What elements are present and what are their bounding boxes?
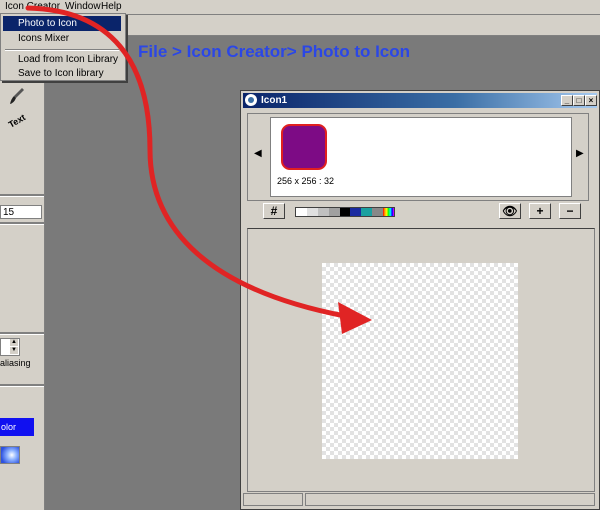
left-tool-panel: Text 15 ▲ ▼ aliasing olor	[0, 36, 45, 510]
menu-item-photo-to-icon[interactable]: Photo to Icon	[3, 16, 121, 31]
size-field[interactable]: 15	[0, 205, 42, 219]
close-button[interactable]: ×	[585, 95, 597, 106]
app-logo-icon	[245, 94, 257, 106]
icon-thumbnail[interactable]	[281, 124, 327, 170]
instruction-caption: File > Icon Creator> Photo to Icon	[138, 42, 411, 61]
palette-swatch[interactable]	[317, 208, 329, 216]
antialias-label: aliasing	[0, 358, 31, 368]
menu-help[interactable]: Help	[98, 1, 125, 13]
icon-strip-panel: ◀ 256 x 256 : 32 ▶	[247, 113, 589, 201]
maximize-button[interactable]: □	[573, 95, 585, 106]
scroll-right-icon[interactable]: ▶	[576, 148, 584, 159]
preview-button[interactable]: 👁	[499, 203, 521, 219]
palette-swatch[interactable]	[350, 208, 362, 216]
palette-swatch[interactable]	[339, 208, 351, 216]
menu-item-load-from-library[interactable]: Load from Icon Library	[3, 52, 121, 67]
spin-down-icon[interactable]: ▼	[10, 347, 18, 354]
antialias-spinner[interactable]: ▲ ▼	[0, 338, 20, 356]
window-titlebar[interactable]: Icon1 _ □ ×	[243, 93, 597, 108]
status-cell	[243, 493, 303, 506]
brush-icon[interactable]	[8, 86, 26, 106]
window-title: Icon1	[261, 95, 288, 106]
divider	[0, 332, 44, 335]
grid-icon: #	[270, 204, 278, 218]
menu-icon-creator[interactable]: Icon Creator	[2, 1, 63, 13]
grid-button[interactable]: #	[263, 203, 285, 219]
palette-swatch[interactable]	[296, 208, 307, 216]
divider	[0, 384, 44, 387]
plus-icon: +	[536, 204, 544, 218]
palette-swatch[interactable]	[328, 208, 340, 216]
remove-button[interactable]: −	[559, 203, 581, 219]
scroll-left-icon[interactable]: ◀	[254, 148, 262, 159]
gradient-swatch[interactable]	[0, 446, 20, 464]
status-bar	[241, 493, 599, 507]
icon-size-label: 256 x 256 : 32	[277, 176, 335, 186]
palette-swatch[interactable]	[361, 208, 373, 216]
divider	[0, 194, 44, 197]
minimize-button[interactable]: _	[561, 95, 573, 106]
palette-swatch[interactable]	[306, 208, 318, 216]
color-palette[interactable]	[295, 207, 395, 217]
menu-item-save-to-library[interactable]: Save to Icon library	[3, 66, 121, 81]
icon-strip: 256 x 256 : 32	[270, 117, 572, 197]
menu-separator	[5, 49, 119, 51]
palette-rainbow[interactable]	[383, 208, 395, 216]
edit-canvas-area	[247, 228, 595, 492]
menu-item-icons-mixer[interactable]: Icons Mixer	[3, 31, 121, 46]
icon-creator-menu: Photo to Icon Icons Mixer Load from Icon…	[0, 13, 126, 81]
spin-up-icon[interactable]: ▲	[10, 339, 18, 346]
control-row: # 👁 + −	[247, 203, 587, 221]
status-cell	[305, 493, 595, 506]
add-button[interactable]: +	[529, 203, 551, 219]
color-button[interactable]: olor	[0, 418, 34, 436]
divider	[0, 222, 44, 225]
minus-icon: −	[566, 204, 574, 218]
icon-window: Icon1 _ □ × ◀ 256 x 256 : 32 ▶ # 👁 + −	[240, 90, 600, 510]
eye-icon: 👁	[502, 204, 518, 218]
text-tool[interactable]: Text	[7, 112, 27, 130]
transparent-canvas[interactable]	[322, 263, 518, 459]
palette-swatch[interactable]	[372, 208, 384, 216]
